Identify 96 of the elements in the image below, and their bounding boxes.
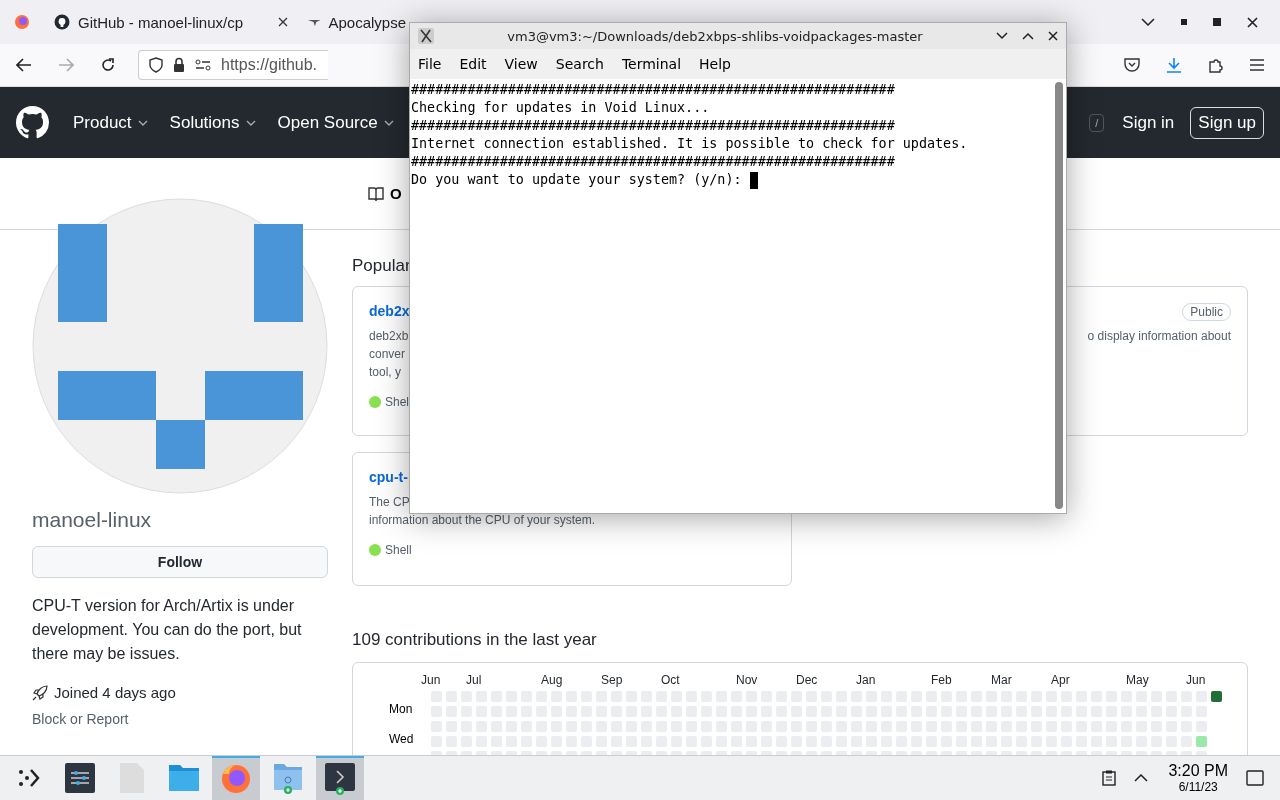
tab-title: Apocalypse [328, 13, 406, 31]
nav-menu-button[interactable]: Solutions [169, 112, 256, 133]
browser-tab[interactable]: GitHub - manoel-linux/cp [44, 2, 298, 42]
address-field[interactable]: https://github. [138, 50, 328, 80]
nav-menu-button[interactable]: Open Source [277, 112, 394, 133]
joined-date: Joined 4 days ago [54, 684, 176, 701]
window-title: vm3@vm3:~/Downloads/deb2xbps-shlibs-voidpackages-master [506, 28, 924, 44]
chevron-down-icon[interactable] [1141, 18, 1155, 26]
repo-description: conver [369, 347, 406, 361]
shield-icon [149, 57, 163, 73]
close-icon[interactable] [278, 17, 288, 27]
text-cursor [749, 171, 758, 189]
language-dot [369, 544, 381, 556]
profile-name: manoel-linux [32, 508, 153, 532]
puzzle-icon[interactable] [1208, 57, 1224, 73]
clipboard-icon[interactable] [1102, 770, 1117, 786]
repo-name-link[interactable]: deb2x [369, 303, 410, 319]
terminal-line: Do you want to update your system? (y/n): [411, 171, 743, 189]
nav-menu-button[interactable]: Product [73, 112, 148, 133]
menu-item[interactable]: Help [699, 56, 731, 72]
menu-item[interactable]: View [504, 56, 538, 72]
language-label: Shell [385, 543, 412, 557]
repo-description: o display information about [1087, 329, 1231, 343]
month-label: Dec [796, 673, 818, 687]
reload-icon[interactable] [100, 57, 116, 73]
book-icon [368, 186, 384, 201]
terminal-line: ############################################################ [411, 153, 895, 171]
month-label: Jul [466, 673, 482, 687]
close-icon[interactable] [1048, 31, 1058, 41]
profile-bio: CPU-T version for Arch/Artix is under development. You can do the port, but there may be issues. [32, 596, 303, 664]
repo-description: deb2xb [369, 329, 409, 343]
terminal-line: ############################################################ [411, 81, 895, 99]
download-icon[interactable] [1166, 57, 1182, 73]
repo-description: tool, y [369, 365, 401, 379]
language-label: Shel [385, 395, 410, 409]
terminal-line: Internet connection established. It is possible to check for updates. [411, 135, 968, 153]
terminal-line: ############################################################ [411, 117, 895, 135]
repo-description: information about the CPU of your system. [369, 513, 596, 527]
menu-item[interactable]: Edit [459, 56, 487, 72]
menu-item[interactable]: File [418, 56, 442, 72]
scrollbar[interactable] [1055, 82, 1063, 509]
caret-icon [383, 119, 394, 126]
month-label: Sep [601, 673, 623, 687]
month-label: Jun [421, 673, 441, 687]
month-label: Feb [931, 673, 952, 687]
close-icon[interactable] [1247, 16, 1258, 28]
terminal-icon [325, 763, 355, 795]
repo-name-link[interactable]: cpu-t- [369, 469, 408, 485]
menu-icon[interactable] [1250, 59, 1264, 71]
github-logo-icon[interactable] [16, 106, 49, 139]
month-label: Nov [736, 673, 758, 687]
github-icon [54, 14, 70, 30]
minimize-icon[interactable] [996, 32, 1008, 40]
follow-button[interactable]: Follow [32, 546, 328, 578]
chevron-up-icon[interactable] [1134, 774, 1149, 782]
sign-in-link[interactable]: Sign in [1122, 112, 1175, 133]
lock-icon [173, 57, 185, 73]
maximize-icon[interactable] [1022, 32, 1034, 40]
sign-up-button[interactable]: Sign up [1190, 106, 1264, 139]
tab-title: GitHub - manoel-linux/cp [78, 13, 245, 31]
language-dot [369, 396, 381, 408]
clock-time[interactable]: 3:20 PM [1168, 762, 1228, 780]
firefox-icon [221, 764, 251, 794]
menu-item[interactable]: Terminal [621, 56, 682, 72]
x-logo-icon [418, 28, 434, 44]
month-label: Mar [991, 673, 1012, 687]
folder-plus-icon [273, 762, 303, 794]
contributions-heading: 109 contributions in the last year [352, 630, 598, 650]
month-label: Apr [1051, 673, 1070, 687]
pocket-icon[interactable] [1124, 58, 1140, 72]
search-shortcut-key: / [1089, 113, 1105, 132]
taskbar-app-button[interactable] [316, 755, 364, 800]
weekday-label: Wed [389, 732, 415, 746]
rocket-icon [32, 684, 48, 701]
month-label: May [1126, 673, 1149, 687]
folder-icon [169, 765, 199, 791]
firefox-icon[interactable] [14, 14, 30, 30]
block-report-link[interactable]: Block or Report [32, 711, 328, 727]
clock-date[interactable]: 6/11/23 [1178, 780, 1218, 794]
section-heading: Popular [352, 256, 412, 276]
menu-item[interactable]: Search [555, 56, 604, 72]
browser-tab[interactable]: Apocalypse [298, 2, 406, 42]
weekday-label: Mon [389, 702, 414, 716]
sliders-icon [65, 763, 95, 793]
month-label: Jan [856, 673, 876, 687]
caret-icon [137, 119, 148, 126]
repo-description: The CP [369, 495, 410, 509]
show-desktop-icon[interactable] [1246, 770, 1264, 786]
caret-icon [245, 119, 256, 126]
month-label: Oct [661, 673, 680, 687]
back-icon[interactable] [16, 58, 32, 72]
month-label: Aug [541, 673, 563, 687]
profile-tab[interactable]: O [390, 185, 402, 202]
terminal-line: Checking for updates in Void Linux... [411, 99, 710, 117]
month-label: Jun [1186, 673, 1206, 687]
permissions-icon [195, 59, 211, 71]
